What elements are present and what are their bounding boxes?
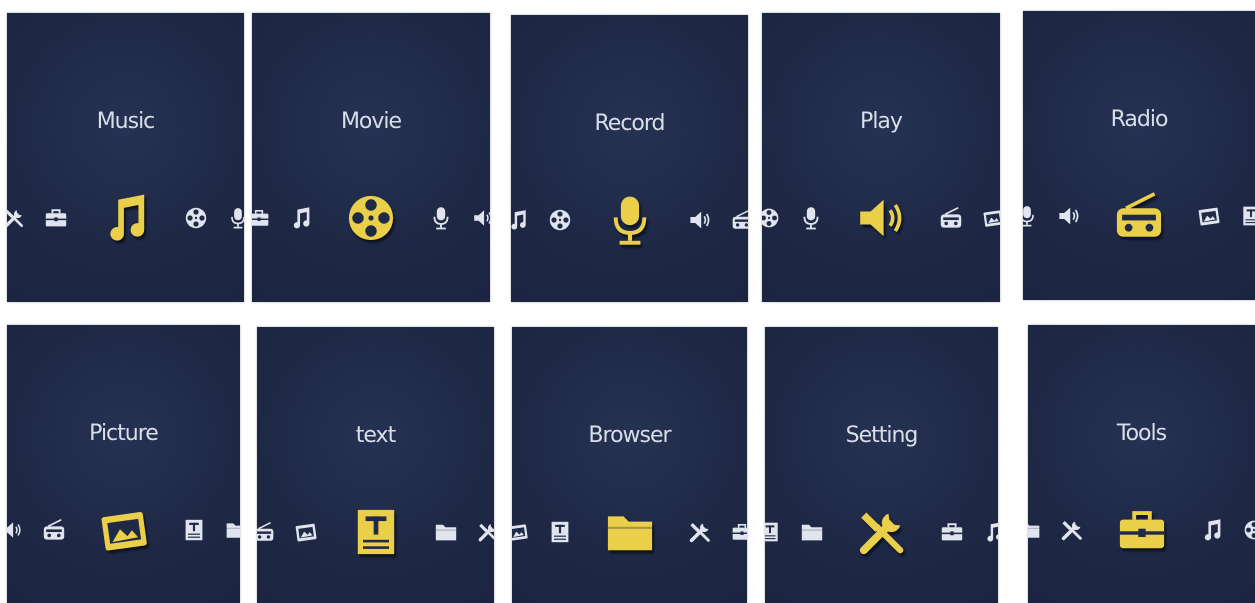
- speaker-icon: [689, 211, 709, 229]
- tools-icon: [478, 523, 494, 542]
- menu-title: Music: [96, 109, 156, 134]
- music-note-icon: [986, 522, 998, 542]
- radio-icon: [940, 207, 962, 228]
- icon-carousel: [252, 183, 490, 253]
- menu-title: Setting: [845, 423, 919, 448]
- icon-carousel: [257, 497, 494, 567]
- radio-icon: [43, 519, 64, 540]
- menu-screen-movie: Movie: [252, 13, 490, 302]
- menu-title: Radio: [1110, 107, 1169, 132]
- menu-screen-record: Record: [511, 15, 748, 302]
- picture-icon: [1198, 207, 1220, 226]
- tools-icon[interactable]: [856, 506, 908, 558]
- text-icon[interactable]: [350, 506, 402, 558]
- microphone-icon: [1023, 206, 1034, 227]
- picture-icon[interactable]: [98, 504, 150, 556]
- folder-icon: [1028, 524, 1039, 538]
- speaker-icon: [7, 522, 21, 538]
- film-reel-icon: [185, 207, 206, 229]
- text-icon: [1243, 206, 1255, 226]
- microphone-icon: [230, 208, 244, 229]
- icon-carousel: [1023, 181, 1255, 251]
- microphone-icon: [433, 207, 449, 230]
- menu-title: Browser: [588, 423, 671, 448]
- microphone-icon: [803, 207, 819, 230]
- picture-icon: [512, 524, 528, 541]
- picture-icon: [295, 523, 317, 542]
- music-note-icon[interactable]: [100, 192, 152, 244]
- music-note-icon: [293, 207, 310, 229]
- text-icon: [185, 519, 202, 541]
- tools-icon: [1061, 521, 1082, 541]
- menu-screen-browser: Browser: [512, 327, 747, 603]
- menu-title: Picture: [89, 421, 159, 446]
- speaker-icon[interactable]: [855, 192, 907, 244]
- menu-screen-music: Music: [7, 13, 244, 302]
- tools-icon: [7, 209, 23, 228]
- film-reel-icon: [762, 208, 779, 228]
- menu-screen-tools: Tools: [1028, 325, 1255, 603]
- music-note-icon: [511, 210, 526, 230]
- toolbox-icon: [732, 524, 747, 540]
- speaker-icon: [474, 210, 490, 226]
- radio-icon: [257, 521, 273, 541]
- film-reel-icon: [1244, 520, 1255, 540]
- toolbox-icon[interactable]: [1116, 504, 1168, 556]
- menu-screen-setting: Setting: [765, 327, 998, 603]
- tools-icon: [689, 523, 710, 543]
- film-reel-icon: [549, 209, 570, 231]
- toolbox-icon: [252, 210, 269, 226]
- folder-icon: [801, 524, 822, 541]
- folder-icon: [435, 524, 456, 541]
- icon-carousel: [762, 183, 1000, 253]
- folder-icon[interactable]: [604, 506, 656, 558]
- menu-title: text: [355, 423, 396, 448]
- toolbox-icon: [45, 209, 66, 227]
- icon-carousel: [1028, 495, 1255, 565]
- menu-screen-picture: Picture: [7, 325, 240, 603]
- menu-title: Play: [860, 109, 903, 134]
- icon-carousel: [7, 183, 244, 253]
- picture-icon: [983, 210, 1000, 227]
- menu-title: Record: [594, 111, 665, 136]
- icon-carousel: [511, 185, 748, 255]
- folder-icon: [226, 523, 240, 538]
- toolbox-icon: [941, 523, 962, 541]
- icon-carousel: [7, 495, 240, 565]
- text-icon: [551, 521, 568, 543]
- film-reel-icon[interactable]: [345, 192, 397, 244]
- music-note-icon: [1204, 519, 1220, 541]
- speaker-icon: [1059, 207, 1079, 225]
- radio-icon: [732, 209, 748, 229]
- microphone-icon[interactable]: [604, 194, 656, 246]
- icon-carousel: [512, 497, 747, 567]
- menu-title: Tools: [1116, 421, 1167, 446]
- menu-screen-radio: Radio: [1023, 11, 1255, 300]
- menu-title: Movie: [340, 109, 402, 134]
- menu-screen-play: Play: [762, 13, 1000, 302]
- text-icon: [765, 522, 778, 542]
- icon-carousel: [765, 497, 998, 567]
- radio-icon[interactable]: [1113, 190, 1165, 242]
- menu-screen-text: text: [257, 327, 494, 603]
